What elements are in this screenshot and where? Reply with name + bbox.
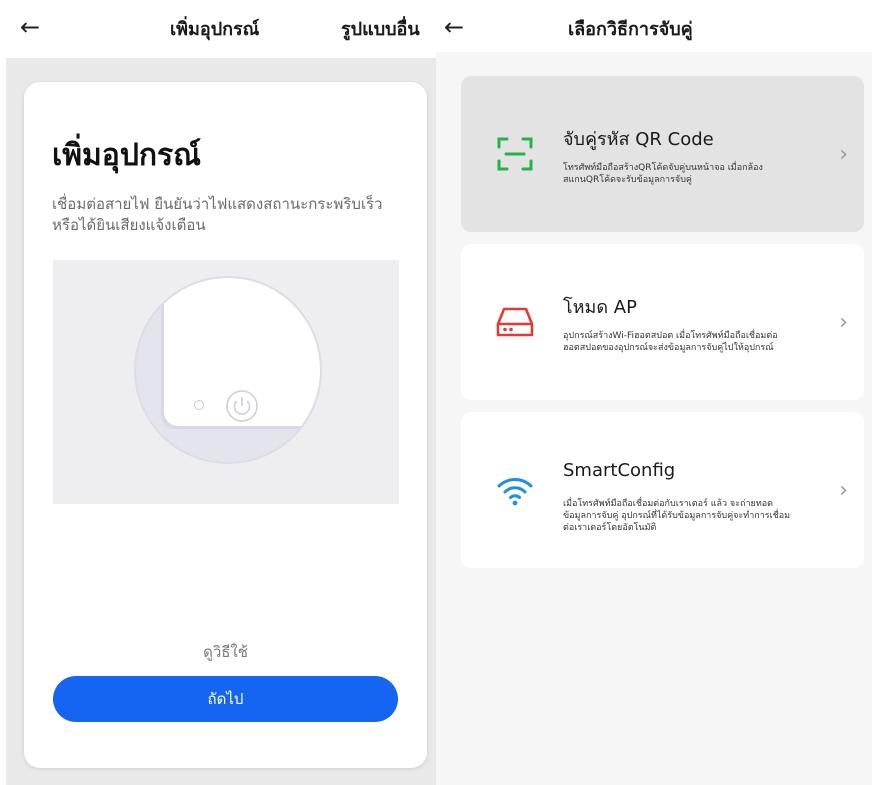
chevron-right-icon: › [839,142,848,167]
indicator-light [194,400,204,410]
pairing-method-screen: ← เลือกวิธีการจับคู่ จับคู่รหัส QR Code … [436,0,872,785]
option-description: โทรศัพท์มือถือสร้างQRโค้ดจับคู่บนหน้าจอ … [563,163,763,185]
option-qr-code[interactable]: จับคู่รหัส QR Code โทรศัพท์มือถือสร้างQR… [461,76,864,232]
option-title: โหมด AP [563,297,637,318]
power-icon [226,390,258,422]
option-description: เมื่อโทรศัพท์มือถือเชื่อมต่อกับเราเตอร์ … [563,499,791,533]
chevron-right-icon: › [839,478,848,503]
card-title: เพิ่มอุปกรณ์ [52,138,201,173]
add-device-screen: ← เพิ่มอุปกรณ์ รูปแบบอื่น เพิ่มอุปกรณ์ เ… [0,0,436,785]
page-title: เพิ่มอุปกรณ์ [170,19,260,40]
option-ap-mode[interactable]: โหมด AP อุปกรณ์สร้างWi-Fiฮอตสปอต เมื่อโท… [461,244,864,400]
page-title: เลือกวิธีการจับคู่ [568,19,693,40]
top-bar: ← เลือกวิธีการจับคู่ [436,0,872,52]
chevron-right-icon: › [839,310,848,335]
card-description: เชื่อมต่อสายไฟ ยืนยันว่าไฟแสดงสถานะกระพร… [52,195,383,234]
option-description: อุปกรณ์สร้างWi-Fiฮอตสปอต เมื่อโทรศัพท์มื… [563,331,778,353]
device-illustration [53,260,399,504]
option-smartconfig[interactable]: SmartConfig เมื่อโทรศัพท์มือถือเชื่อมต่อ… [461,412,864,568]
back-arrow-icon[interactable]: ← [444,12,464,42]
router-icon [496,307,534,337]
how-to-link[interactable]: ดูวิธีใช้ [24,640,427,664]
next-button[interactable]: ถัดไป [53,676,398,722]
other-mode-link[interactable]: รูปแบบอื่น [341,14,420,43]
wifi-icon [497,478,533,506]
top-bar: ← เพิ่มอุปกรณ์ รูปแบบอื่น [0,0,436,58]
option-title: จับคู่รหัส QR Code [563,129,714,150]
instruction-card: เพิ่มอุปกรณ์ เชื่อมต่อสายไฟ ยืนยันว่าไฟแ… [24,82,427,768]
qr-scan-icon [497,137,533,171]
device-circle [134,276,322,464]
back-arrow-icon[interactable]: ← [20,12,40,42]
option-title: SmartConfig [563,460,676,481]
